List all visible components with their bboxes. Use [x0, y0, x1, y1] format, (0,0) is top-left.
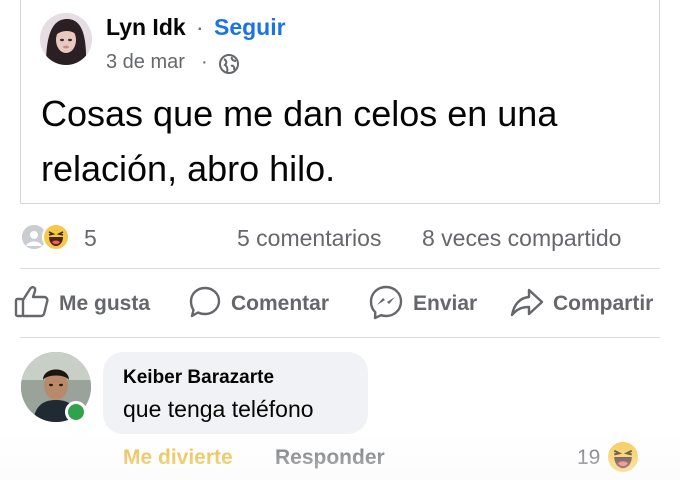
globe-icon — [218, 53, 240, 75]
reply-button[interactable]: Responder — [275, 446, 385, 470]
divider — [20, 337, 660, 338]
haha-icon[interactable] — [608, 442, 638, 472]
share-icon — [510, 286, 544, 323]
send-button[interactable]: Enviar — [368, 284, 478, 325]
comments-count[interactable]: 5 comentarios — [237, 225, 381, 252]
commenter-name[interactable]: Keiber Barazarte — [123, 367, 274, 389]
post-text: Cosas que me dan celos en una relación, … — [41, 93, 558, 189]
comment-text: que tenga teléfono — [123, 396, 314, 422]
messenger-icon — [368, 284, 404, 325]
haha-icon — [42, 223, 70, 251]
send-label: Enviar — [413, 292, 478, 315]
comment-label: Comentar — [231, 292, 330, 315]
comment-bubble: Keiber Barazarte que tenga teléfono — [103, 352, 368, 434]
author-avatar[interactable] — [40, 13, 92, 65]
online-status-dot — [65, 401, 87, 423]
like-button[interactable]: Me gusta — [14, 285, 151, 324]
divider — [20, 268, 660, 269]
like-label: Me gusta — [59, 292, 151, 315]
author-name[interactable]: Lyn Idk — [106, 14, 186, 41]
reaction-summary[interactable] — [20, 223, 82, 251]
date-separator: · — [201, 51, 208, 73]
follow-button[interactable]: Seguir — [214, 14, 286, 41]
thumbs-up-icon — [14, 285, 50, 324]
share-button[interactable]: Compartir — [510, 286, 653, 322]
comment-icon — [188, 285, 222, 324]
comment-reaction-button[interactable]: Me divierte — [123, 446, 233, 470]
post-date[interactable]: 3 de mar — [106, 51, 185, 74]
share-label: Compartir — [553, 292, 654, 315]
name-separator: · — [196, 14, 204, 40]
comment-button[interactable]: Comentar — [188, 286, 329, 322]
reaction-count[interactable]: 5 — [84, 225, 97, 252]
shares-count[interactable]: 8 veces compartido — [422, 225, 621, 252]
comment-reaction-count[interactable]: 19 — [577, 446, 600, 470]
